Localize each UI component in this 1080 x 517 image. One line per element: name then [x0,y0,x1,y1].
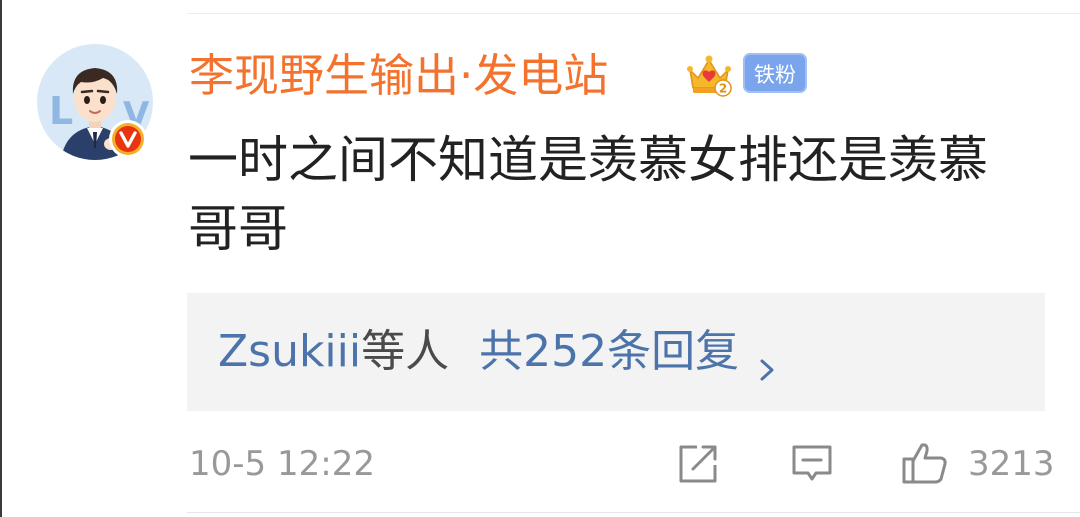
verified-v-icon [108,119,148,159]
reply-count[interactable]: 共252条回复 [479,326,739,377]
reply-preview[interactable]: Zsukiii等人 共252条回复 [187,293,1045,411]
username[interactable]: 李现野生输出·发电站 [189,46,608,106]
left-edge-border [0,0,2,517]
comment-text: 一时之间不知道是羡慕女排还是羡慕哥哥 [188,131,988,258]
share-icon[interactable] [677,443,719,485]
reply-users[interactable]: Zsukiii [218,326,361,377]
like-icon[interactable] [901,441,949,485]
svg-text:2: 2 [719,82,727,96]
comment-icon[interactable] [791,443,833,485]
top-divider [187,13,1080,14]
reply-users-suffix: 等人 [361,326,450,377]
svg-text:L: L [49,89,73,133]
crown-level-2-icon[interactable]: 2 [684,50,734,100]
fan-badge[interactable]: 铁粉 [743,53,807,93]
timestamp: 10-5 12:22 [189,444,375,484]
like-count: 3213 [968,444,1055,484]
reply-preview-text[interactable]: Zsukiii等人 共252条回复 [218,322,779,382]
bottom-divider [187,512,1080,513]
chevron-right-icon [755,340,779,381]
